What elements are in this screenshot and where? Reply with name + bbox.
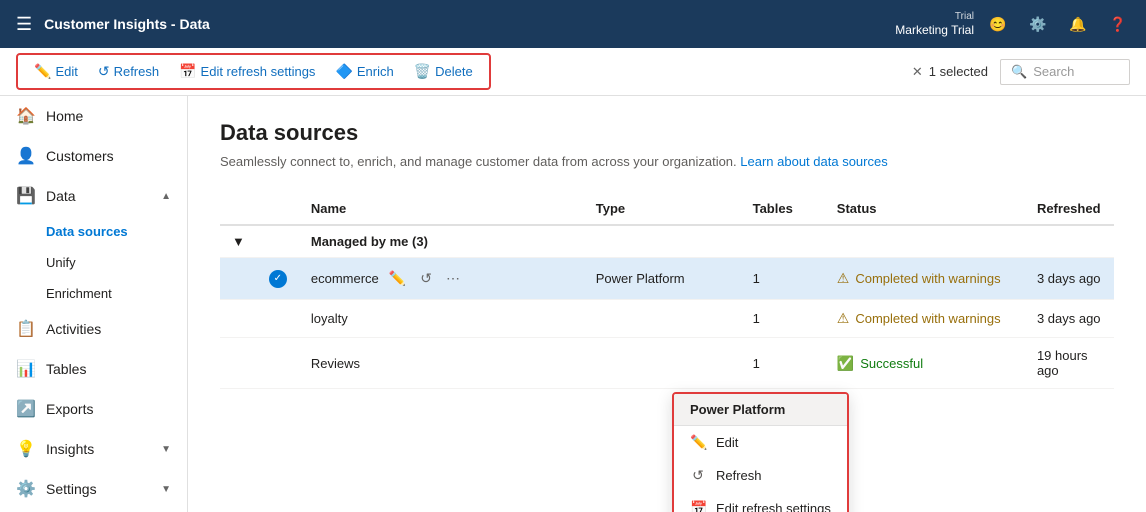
col-header-tables: Tables	[741, 193, 825, 225]
notifications-icon[interactable]: 🔔	[1062, 8, 1094, 40]
row-name-loyalty: loyalty	[299, 300, 584, 338]
help-icon[interactable]: ❓	[1102, 8, 1134, 40]
warning-icon-loyalty: ⚠	[837, 310, 850, 327]
col-header-name: Name	[299, 193, 584, 225]
col-check	[257, 193, 299, 225]
table-row[interactable]: loyalty 1 ⚠ Completed with warnings 3 da…	[220, 300, 1114, 338]
edit-icon: ✏️	[34, 63, 51, 80]
top-bar: ☰ Customer Insights - Data Trial Marketi…	[0, 0, 1146, 48]
row-status-reviews: ✅ Successful	[837, 355, 1013, 372]
sidebar-data-submenu: Data sources Unify Enrichment	[0, 216, 187, 309]
sidebar-item-data[interactable]: 💾 Data ▲	[0, 176, 187, 216]
context-menu-edit[interactable]: ✏️ Edit	[674, 426, 847, 459]
tables-icon: 📊	[16, 359, 36, 379]
page-description: Seamlessly connect to, enrich, and manag…	[220, 154, 1114, 169]
row-refreshed-ecommerce: 3 days ago	[1025, 258, 1114, 300]
sidebar-item-enrichment[interactable]: Enrichment	[46, 278, 187, 309]
context-menu-header: Power Platform	[674, 394, 847, 426]
calendar-icon: 📅	[179, 63, 196, 80]
row-refreshed-reviews: 19 hours ago	[1025, 338, 1114, 389]
toolbar: ✏️ Edit ↺ Refresh 📅 Edit refresh setting…	[0, 48, 1146, 96]
row-checkbox[interactable]: ✓	[269, 270, 287, 288]
row-name-reviews: Reviews	[299, 338, 584, 389]
chevron-down-settings-icon: ▼	[161, 484, 171, 495]
trial-info: Trial Marketing Trial	[895, 10, 974, 39]
context-menu-refresh[interactable]: ↺ Refresh	[674, 459, 847, 492]
group-chevron-down-icon[interactable]: ▼	[232, 234, 245, 249]
refresh-button[interactable]: ↺ Refresh	[90, 59, 167, 84]
search-icon: 🔍	[1011, 64, 1027, 80]
edit-button[interactable]: ✏️ Edit	[26, 59, 86, 84]
account-icon[interactable]: 😊	[982, 8, 1014, 40]
delete-button[interactable]: 🗑️ Delete	[406, 59, 481, 84]
page-title: Data sources	[220, 120, 1114, 146]
toolbar-right: ✕ 1 selected 🔍 Search	[912, 59, 1130, 85]
edit-refresh-settings-button[interactable]: 📅 Edit refresh settings	[171, 59, 323, 84]
refresh-icon: ↺	[98, 63, 110, 80]
customers-icon: 👤	[16, 146, 36, 166]
row-edit-button[interactable]: ✏️	[385, 268, 410, 289]
settings-icon[interactable]: ⚙️	[1022, 8, 1054, 40]
col-header-status: Status	[825, 193, 1025, 225]
sidebar-item-tables[interactable]: 📊 Tables	[0, 349, 187, 389]
group-row: ▼ Managed by me (3)	[220, 225, 1114, 258]
row-status-ecommerce: ⚠ Completed with warnings	[837, 270, 1013, 287]
row-type-ecommerce: Power Platform	[584, 258, 741, 300]
insights-icon: 💡	[16, 439, 36, 459]
enrich-button[interactable]: 🔷 Enrich	[327, 59, 401, 84]
enrich-icon: 🔷	[335, 63, 352, 80]
row-name-ecommerce: ecommerce	[311, 271, 379, 286]
activities-icon: 📋	[16, 319, 36, 339]
context-calendar-icon: 📅	[690, 500, 706, 512]
row-tables-ecommerce: 1	[741, 258, 825, 300]
sidebar-item-settings[interactable]: ⚙️ Settings ▼	[0, 469, 187, 509]
sidebar: 🏠 Home 👤 Customers 💾 Data ▲ Data sources…	[0, 96, 188, 512]
sidebar-item-customers[interactable]: 👤 Customers	[0, 136, 187, 176]
home-icon: 🏠	[16, 106, 36, 126]
row-type-reviews	[584, 338, 741, 389]
col-header-refreshed: Refreshed	[1025, 193, 1114, 225]
row-type-loyalty	[584, 300, 741, 338]
row-tables-loyalty: 1	[741, 300, 825, 338]
row-refreshed-loyalty: 3 days ago	[1025, 300, 1114, 338]
main-layout: 🏠 Home 👤 Customers 💾 Data ▲ Data sources…	[0, 96, 1146, 512]
col-header-type: Type	[584, 193, 741, 225]
data-sources-table: Name Type Tables Status Refreshed ▼ Mana…	[220, 193, 1114, 389]
row-more-button[interactable]: ⋯	[442, 268, 464, 289]
sidebar-item-activities[interactable]: 📋 Activities	[0, 309, 187, 349]
search-box[interactable]: 🔍 Search	[1000, 59, 1130, 85]
context-menu-edit-refresh-settings[interactable]: 📅 Edit refresh settings	[674, 492, 847, 512]
delete-icon: 🗑️	[414, 63, 431, 80]
success-icon-reviews: ✅	[837, 355, 854, 372]
learn-more-link[interactable]: Learn about data sources	[740, 154, 887, 169]
row-name-cell: ecommerce ✏️ ↺ ⋯	[311, 268, 572, 289]
row-status-loyalty: ⚠ Completed with warnings	[837, 310, 1013, 327]
toolbar-actions: ✏️ Edit ↺ Refresh 📅 Edit refresh setting…	[16, 53, 491, 90]
hamburger-icon[interactable]: ☰	[12, 10, 36, 39]
sidebar-item-unify[interactable]: Unify	[46, 247, 187, 278]
content-area: Data sources Seamlessly connect to, enri…	[188, 96, 1146, 512]
table-row[interactable]: ✓ ecommerce ✏️ ↺ ⋯ Power Platform 1	[220, 258, 1114, 300]
warning-icon: ⚠	[837, 270, 850, 287]
group-label: Managed by me (3)	[299, 225, 1114, 258]
settings-nav-icon: ⚙️	[16, 479, 36, 499]
sidebar-item-insights[interactable]: 💡 Insights ▼	[0, 429, 187, 469]
data-icon: 💾	[16, 186, 36, 206]
col-expand	[220, 193, 257, 225]
chevron-up-icon: ▲	[161, 191, 171, 202]
sidebar-item-home[interactable]: 🏠 Home	[0, 96, 187, 136]
sidebar-item-data-sources[interactable]: Data sources	[46, 216, 187, 247]
clear-selection-button[interactable]: ✕	[912, 64, 923, 80]
table-row[interactable]: Reviews 1 ✅ Successful 19 hours ago	[220, 338, 1114, 389]
context-edit-icon: ✏️	[690, 434, 706, 451]
app-title: Customer Insights - Data	[44, 16, 210, 32]
sidebar-item-exports[interactable]: ↗️ Exports	[0, 389, 187, 429]
chevron-down-icon: ▼	[161, 444, 171, 455]
row-refresh-button[interactable]: ↺	[416, 268, 436, 289]
row-tables-reviews: 1	[741, 338, 825, 389]
exports-icon: ↗️	[16, 399, 36, 419]
context-menu: Power Platform ✏️ Edit ↺ Refresh 📅 Edit …	[672, 392, 849, 512]
selected-badge: ✕ 1 selected	[912, 64, 988, 80]
context-refresh-icon: ↺	[690, 467, 706, 484]
